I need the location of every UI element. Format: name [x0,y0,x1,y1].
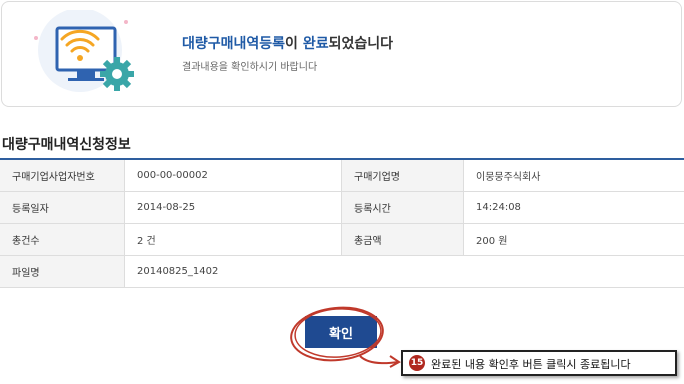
table-row: 구매기업사업자번호 000-00-00002 구매기업명 이뭉뭉주식회사 [0,159,684,192]
value-buyer-business-number: 000-00-00002 [124,159,342,192]
value-total-count: 2 건 [124,223,342,256]
value-file-name: 20140825_1402 [124,255,684,288]
request-info-table: 구매기업사업자번호 000-00-00002 구매기업명 이뭉뭉주식회사 등록일… [0,158,684,288]
value-total-amount: 200 원 [463,223,684,256]
label-total-amount: 총금액 [341,223,464,256]
label-file-name: 파일명 [0,255,125,288]
value-registration-time: 14:24:08 [463,191,684,224]
step-number-badge: 15 [409,355,425,371]
annotation-arrowhead [389,355,401,368]
annotation-arrow-line [359,355,399,365]
label-registration-date: 등록일자 [0,191,125,224]
annotation-callout: 15 완료된 내용 확인후 버튼 클릭시 종료됩니다 [401,350,677,376]
value-registration-date: 2014-08-25 [124,191,342,224]
completion-tail: 되었습니다 [328,36,393,52]
completion-subtitle: 결과내용을 확인하시기 바랍니다 [182,62,318,73]
completion-banner: 대량구매내역등록이 완료되었습니다 결과내용을 확인하시기 바랍니다 [1,1,682,107]
confirm-button[interactable]: 확인 [305,316,377,348]
table-row: 총건수 2 건 총금액 200 원 [0,223,684,256]
wifi-monitor-gear-icon [34,10,134,92]
label-buyer-business-number: 구매기업사업자번호 [0,159,125,192]
label-registration-time: 등록시간 [341,191,464,224]
completion-mid: 이 [285,36,303,52]
completion-highlight-2: 등록 [259,36,286,52]
label-buyer-company-name: 구매기업명 [341,159,464,192]
table-row: 등록일자 2014-08-25 등록시간 14:24:08 [0,191,684,224]
completion-message: 대량구매내역등록이 완료되었습니다 [182,33,393,53]
table-row: 파일명 20140825_1402 [0,255,684,288]
section-title: 대량구매내역신청정보 [2,137,131,153]
completion-highlight-3: 완료 [302,36,329,52]
label-total-count: 총건수 [0,223,125,256]
completion-highlight-1: 대량구매내역 [182,36,260,52]
annotation-text: 완료된 내용 확인후 버튼 클릭시 종료됩니다 [431,358,631,371]
value-buyer-company-name: 이뭉뭉주식회사 [463,159,684,192]
